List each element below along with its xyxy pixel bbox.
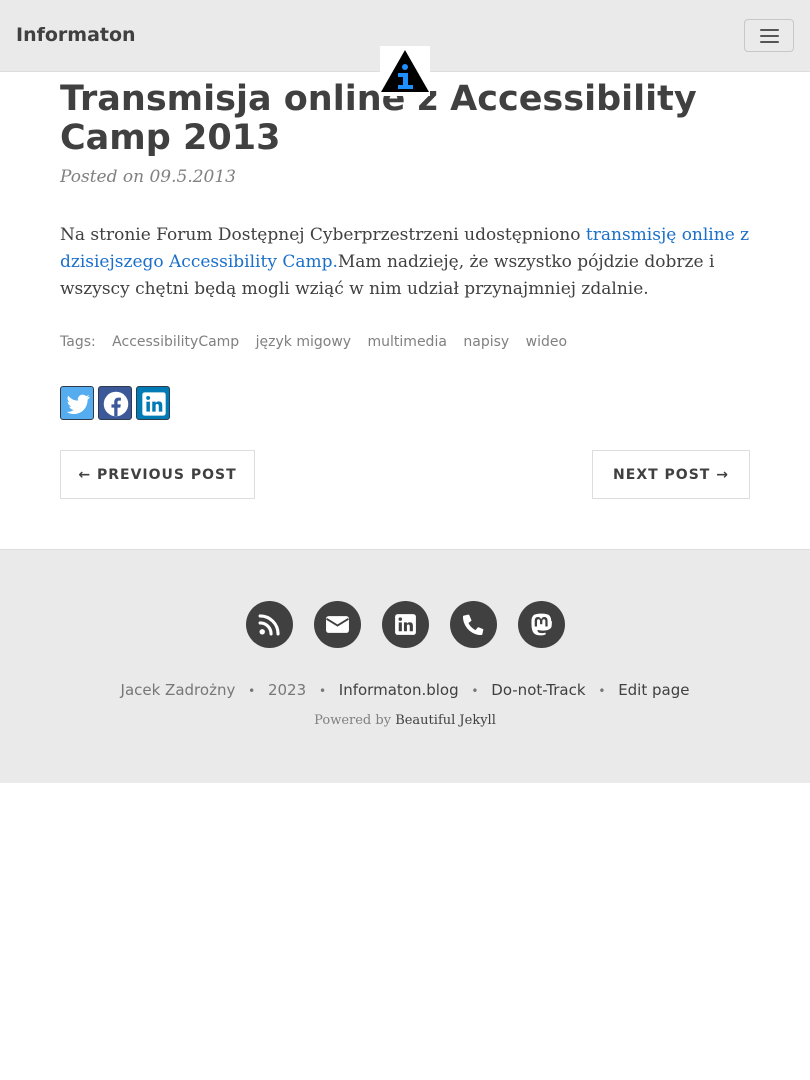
post-text-intro: Na stronie Forum Dostępnej Cyberprzestrz…: [60, 225, 586, 245]
next-post-button[interactable]: Next Post →: [592, 450, 750, 499]
linkedin-icon: [142, 392, 166, 416]
do-not-track-link[interactable]: Do-not-Track: [491, 681, 585, 699]
share-facebook-button[interactable]: [98, 386, 132, 420]
rss-link[interactable]: [245, 601, 293, 648]
tag-link[interactable]: język migowy: [256, 334, 351, 350]
share-twitter-button[interactable]: [60, 386, 94, 420]
rss-icon: [258, 614, 280, 636]
copyright-year: 2023: [267, 681, 307, 699]
page-footer: Jacek Zadrożny • 2023 • Informaton.blog …: [0, 549, 810, 783]
author-name: Jacek Zadrożny: [120, 681, 236, 699]
tag-link[interactable]: AccessibilityCamp: [112, 334, 239, 350]
edit-page-link[interactable]: Edit page: [618, 681, 689, 699]
separator: •: [471, 684, 479, 698]
phone-link[interactable]: [449, 601, 497, 648]
separator: •: [248, 684, 256, 698]
separator: •: [598, 684, 606, 698]
beautiful-jekyll-link[interactable]: Beautiful Jekyll: [395, 713, 496, 728]
info-triangle-logo[interactable]: [380, 46, 430, 96]
menu-toggle-button[interactable]: [744, 19, 794, 52]
separator: •: [318, 684, 327, 698]
post-body: Na stronie Forum Dostępnej Cyberprzestrz…: [60, 222, 750, 303]
hamburger-menu-icon: [760, 29, 779, 31]
tag-link[interactable]: multimedia: [368, 334, 447, 350]
tags-label: Tags:: [60, 334, 96, 350]
tag-link[interactable]: napisy: [463, 334, 509, 350]
share-buttons: [60, 386, 170, 420]
footer-social-links: [0, 601, 810, 648]
facebook-icon: [103, 391, 129, 417]
powered-by-text: Powered by: [314, 713, 392, 728]
email-link[interactable]: [313, 601, 361, 648]
post-date: Posted on 09.5.2013: [60, 167, 236, 187]
previous-post-button[interactable]: ← Previous Post: [60, 450, 255, 499]
linkedin-link[interactable]: [381, 601, 429, 648]
mastodon-link[interactable]: [517, 601, 565, 648]
site-link[interactable]: Informaton.blog: [339, 681, 459, 699]
footer-credits: Jacek Zadrożny • 2023 • Informaton.blog …: [0, 681, 810, 699]
mastodon-icon: [530, 613, 552, 636]
linkedin-icon: [394, 614, 416, 635]
envelope-icon: [325, 616, 349, 633]
tag-link[interactable]: wideo: [526, 334, 567, 350]
phone-icon: [462, 614, 483, 636]
twitter-icon: [66, 394, 90, 415]
powered-by: Powered by Beautiful Jekyll: [0, 713, 810, 728]
tags-row: Tags: AccessibilityCamp język migowy mul…: [60, 334, 567, 350]
share-linkedin-button[interactable]: [136, 386, 170, 420]
brand-link[interactable]: Informaton: [16, 24, 136, 46]
